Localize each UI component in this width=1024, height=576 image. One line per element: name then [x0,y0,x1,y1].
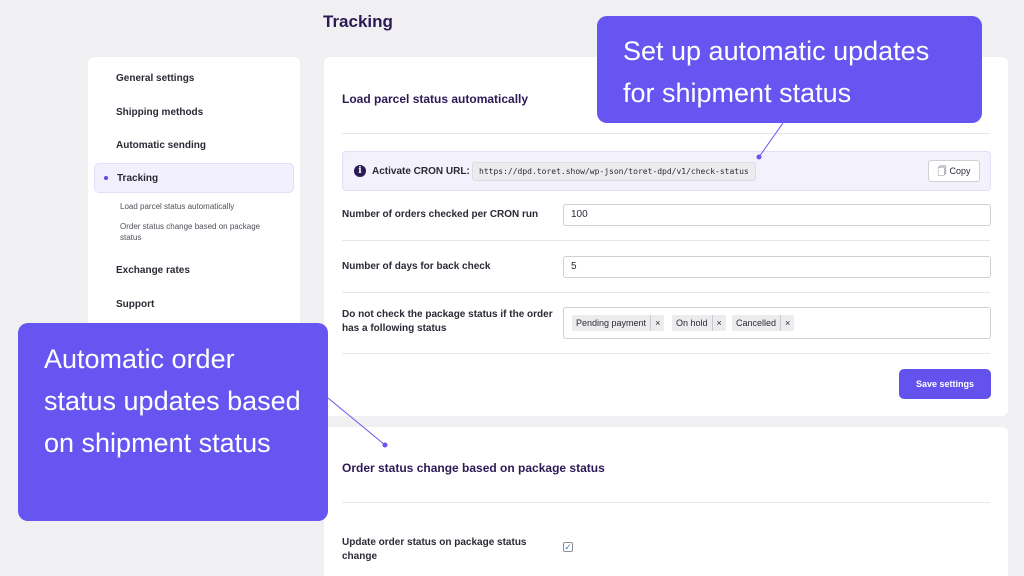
status-tag-pending-payment: Pending payment × [572,315,665,331]
copy-icon: 🗍 [937,166,947,176]
status-tag-cancelled: Cancelled × [732,315,795,331]
order-status-change-card: Order status change based on package sta… [324,427,1008,576]
section-title-order-status-change: Order status change based on package sta… [342,461,605,475]
tag-remove-icon[interactable]: × [711,315,722,331]
copy-button[interactable]: 🗍 Copy [928,160,980,182]
sidebar-item-exchange-rates[interactable]: Exchange rates [116,265,190,276]
sidebar-item-general-settings[interactable]: General settings [116,73,194,84]
divider [342,133,990,134]
sidebar-subitem-load-parcel-status[interactable]: Load parcel status automatically [120,201,280,212]
orders-per-run-label: Number of orders checked per CRON run [342,209,539,220]
tag-remove-icon[interactable]: × [780,315,790,331]
info-icon: i [354,165,366,177]
tag-remove-icon[interactable]: × [650,315,660,331]
callout-automatic-updates: Set up automatic updates for shipment st… [597,16,982,123]
sidebar-item-automatic-sending[interactable]: Automatic sending [116,140,206,151]
active-dot-icon [104,176,108,180]
divider [342,502,990,503]
section-title-load-parcel: Load parcel status automatically [342,92,529,106]
update-status-checkbox[interactable]: ✓ [563,542,573,552]
divider [342,292,990,293]
cron-url-value[interactable]: https://dpd.toret.show/wp-json/toret-dpd… [472,162,756,181]
sidebar-item-shipping-methods[interactable]: Shipping methods [116,107,203,118]
sidebar-item-tracking[interactable]: Tracking [94,163,294,193]
exclude-status-label: Do not check the package status if the o… [342,309,553,334]
save-settings-button[interactable]: Save settings [899,369,991,399]
divider [342,240,990,241]
tag-label: Pending payment [576,318,647,328]
days-back-input[interactable]: 5 [563,256,991,278]
orders-per-run-input[interactable]: 100 [563,204,991,226]
sidebar-subitem-order-status-change[interactable]: Order status change based on package sta… [120,221,280,243]
divider [342,353,990,354]
copy-button-label: Copy [949,166,971,176]
page-title: Tracking [323,12,393,31]
callout-order-status-updates: Automatic order status updates based on … [18,323,328,521]
tag-label: Cancelled [736,318,777,328]
tag-label: On hold [676,318,708,328]
update-status-label: Update order status on package status ch… [342,537,527,562]
days-back-label: Number of days for back check [342,261,491,272]
settings-sidebar: General settings Shipping methods Automa… [88,57,300,337]
sidebar-item-support[interactable]: Support [116,299,154,310]
status-tag-on-hold: On hold × [672,315,726,331]
exclude-status-tags-input[interactable]: Pending payment × On hold × Cancelled × [563,307,991,339]
cron-url-box: i Activate CRON URL: https://dpd.toret.s… [342,151,991,191]
cron-url-label: Activate CRON URL: [372,166,470,177]
sidebar-item-label: Tracking [117,173,159,184]
